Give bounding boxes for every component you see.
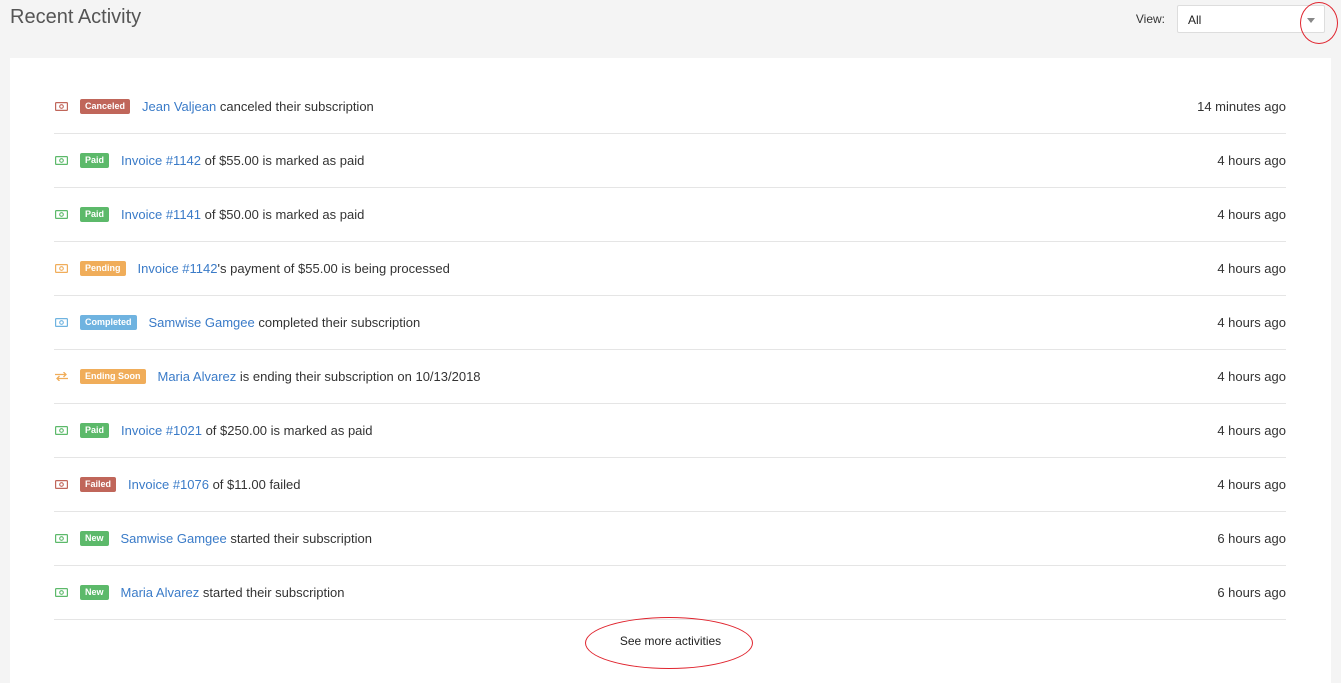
view-select[interactable]: All <box>1177 5 1325 33</box>
status-badge: New <box>80 531 109 546</box>
activity-row: New Maria Alvarez started their subscript… <box>54 566 1286 620</box>
activity-link[interactable]: Invoice #1142 <box>121 153 201 168</box>
activity-timestamp: 4 hours ago <box>1217 315 1286 330</box>
activity-link[interactable]: Invoice #1142 <box>138 261 218 276</box>
money-icon <box>54 588 68 598</box>
activity-link[interactable]: Maria Alvarez <box>121 585 200 600</box>
page-title: Recent Activity <box>10 6 142 28</box>
activity-link[interactable]: Samwise Gamgee <box>149 315 255 330</box>
activity-timestamp: 4 hours ago <box>1217 477 1286 492</box>
activity-row: Failed Invoice #1076 of $11.00 failed 4 ho… <box>54 458 1286 512</box>
money-icon <box>54 156 68 166</box>
activity-timestamp: 4 hours ago <box>1217 207 1286 222</box>
activity-link[interactable]: Maria Alvarez <box>158 369 237 384</box>
activity-description: started their subscription <box>199 585 345 600</box>
status-badge: Paid <box>80 207 110 222</box>
see-more-link[interactable]: See more activities <box>620 634 721 648</box>
money-icon <box>54 480 68 490</box>
view-label: View: <box>1135 12 1165 26</box>
activity-description: of $55.00 is marked as paid <box>201 153 365 168</box>
activity-list: Canceled Jean Valjean canceled their subs… <box>54 80 1286 620</box>
activity-timestamp: 4 hours ago <box>1217 423 1286 438</box>
activity-row: Canceled Jean Valjean canceled their subs… <box>54 80 1286 134</box>
status-badge: Pending <box>80 261 126 276</box>
activity-description: 's payment of $55.00 is being processed <box>217 261 450 276</box>
activity-description: canceled their subscription <box>216 99 374 114</box>
status-badge: Canceled <box>80 99 131 114</box>
activity-timestamp: 4 hours ago <box>1217 369 1286 384</box>
activity-link[interactable]: Samwise Gamgee <box>121 531 227 546</box>
money-icon <box>54 534 68 544</box>
activity-row: New Samwise Gamgee started their subscrip… <box>54 512 1286 566</box>
activity-row: Paid Invoice #1142 of $55.00 is marked as… <box>54 134 1286 188</box>
activity-link[interactable]: Invoice #1076 <box>128 477 209 492</box>
money-icon <box>54 264 68 274</box>
view-filter: View: All <box>1136 5 1325 33</box>
activity-row: Completed Samwise Gamgee completed their … <box>54 296 1286 350</box>
money-icon <box>54 210 68 220</box>
activity-description: of $50.00 is marked as paid <box>201 207 365 222</box>
activity-timestamp: 4 hours ago <box>1217 153 1286 168</box>
activity-timestamp: 4 hours ago <box>1217 261 1286 276</box>
activity-description: of $11.00 failed <box>208 477 301 492</box>
activity-link[interactable]: Jean Valjean <box>142 99 216 114</box>
activity-timestamp: 14 minutes ago <box>1197 99 1286 114</box>
status-badge: Ending Soon <box>80 369 146 384</box>
activity-link[interactable]: Invoice #1141 <box>121 207 201 222</box>
activity-row: Pending Invoice #1142's payment of $55.00… <box>54 242 1286 296</box>
exchange-icon <box>54 372 68 382</box>
activity-row: Ending Soon Maria Alvarez is ending their… <box>54 350 1286 404</box>
caret-down-icon[interactable] <box>1304 6 1318 34</box>
status-badge: Paid <box>80 153 110 168</box>
status-badge: Paid <box>80 423 110 438</box>
activity-panel: Canceled Jean Valjean canceled their subs… <box>10 58 1331 683</box>
money-icon <box>54 426 68 436</box>
activity-timestamp: 6 hours ago <box>1217 585 1286 600</box>
money-icon <box>54 318 68 328</box>
status-badge: New <box>80 585 109 600</box>
page-header: Recent Activity View: All <box>0 0 1341 56</box>
activity-row: Paid Invoice #1141 of $50.00 is marked as… <box>54 188 1286 242</box>
status-badge: Failed <box>80 477 117 492</box>
status-badge: Completed <box>80 315 137 330</box>
activity-description: is ending their subscription on 10/13/20… <box>236 369 481 384</box>
money-icon <box>54 102 68 112</box>
activity-description: of $250.00 is marked as paid <box>201 423 373 438</box>
view-select-value: All <box>1188 13 1202 27</box>
activity-row: Paid Invoice #1021 of $250.00 is marked a… <box>54 404 1286 458</box>
activity-link[interactable]: Invoice #1021 <box>121 423 202 438</box>
activity-timestamp: 6 hours ago <box>1217 531 1286 546</box>
see-more-container: See more activities <box>10 634 1331 648</box>
activity-description: completed their subscription <box>254 315 421 330</box>
activity-description: started their subscription <box>226 531 372 546</box>
